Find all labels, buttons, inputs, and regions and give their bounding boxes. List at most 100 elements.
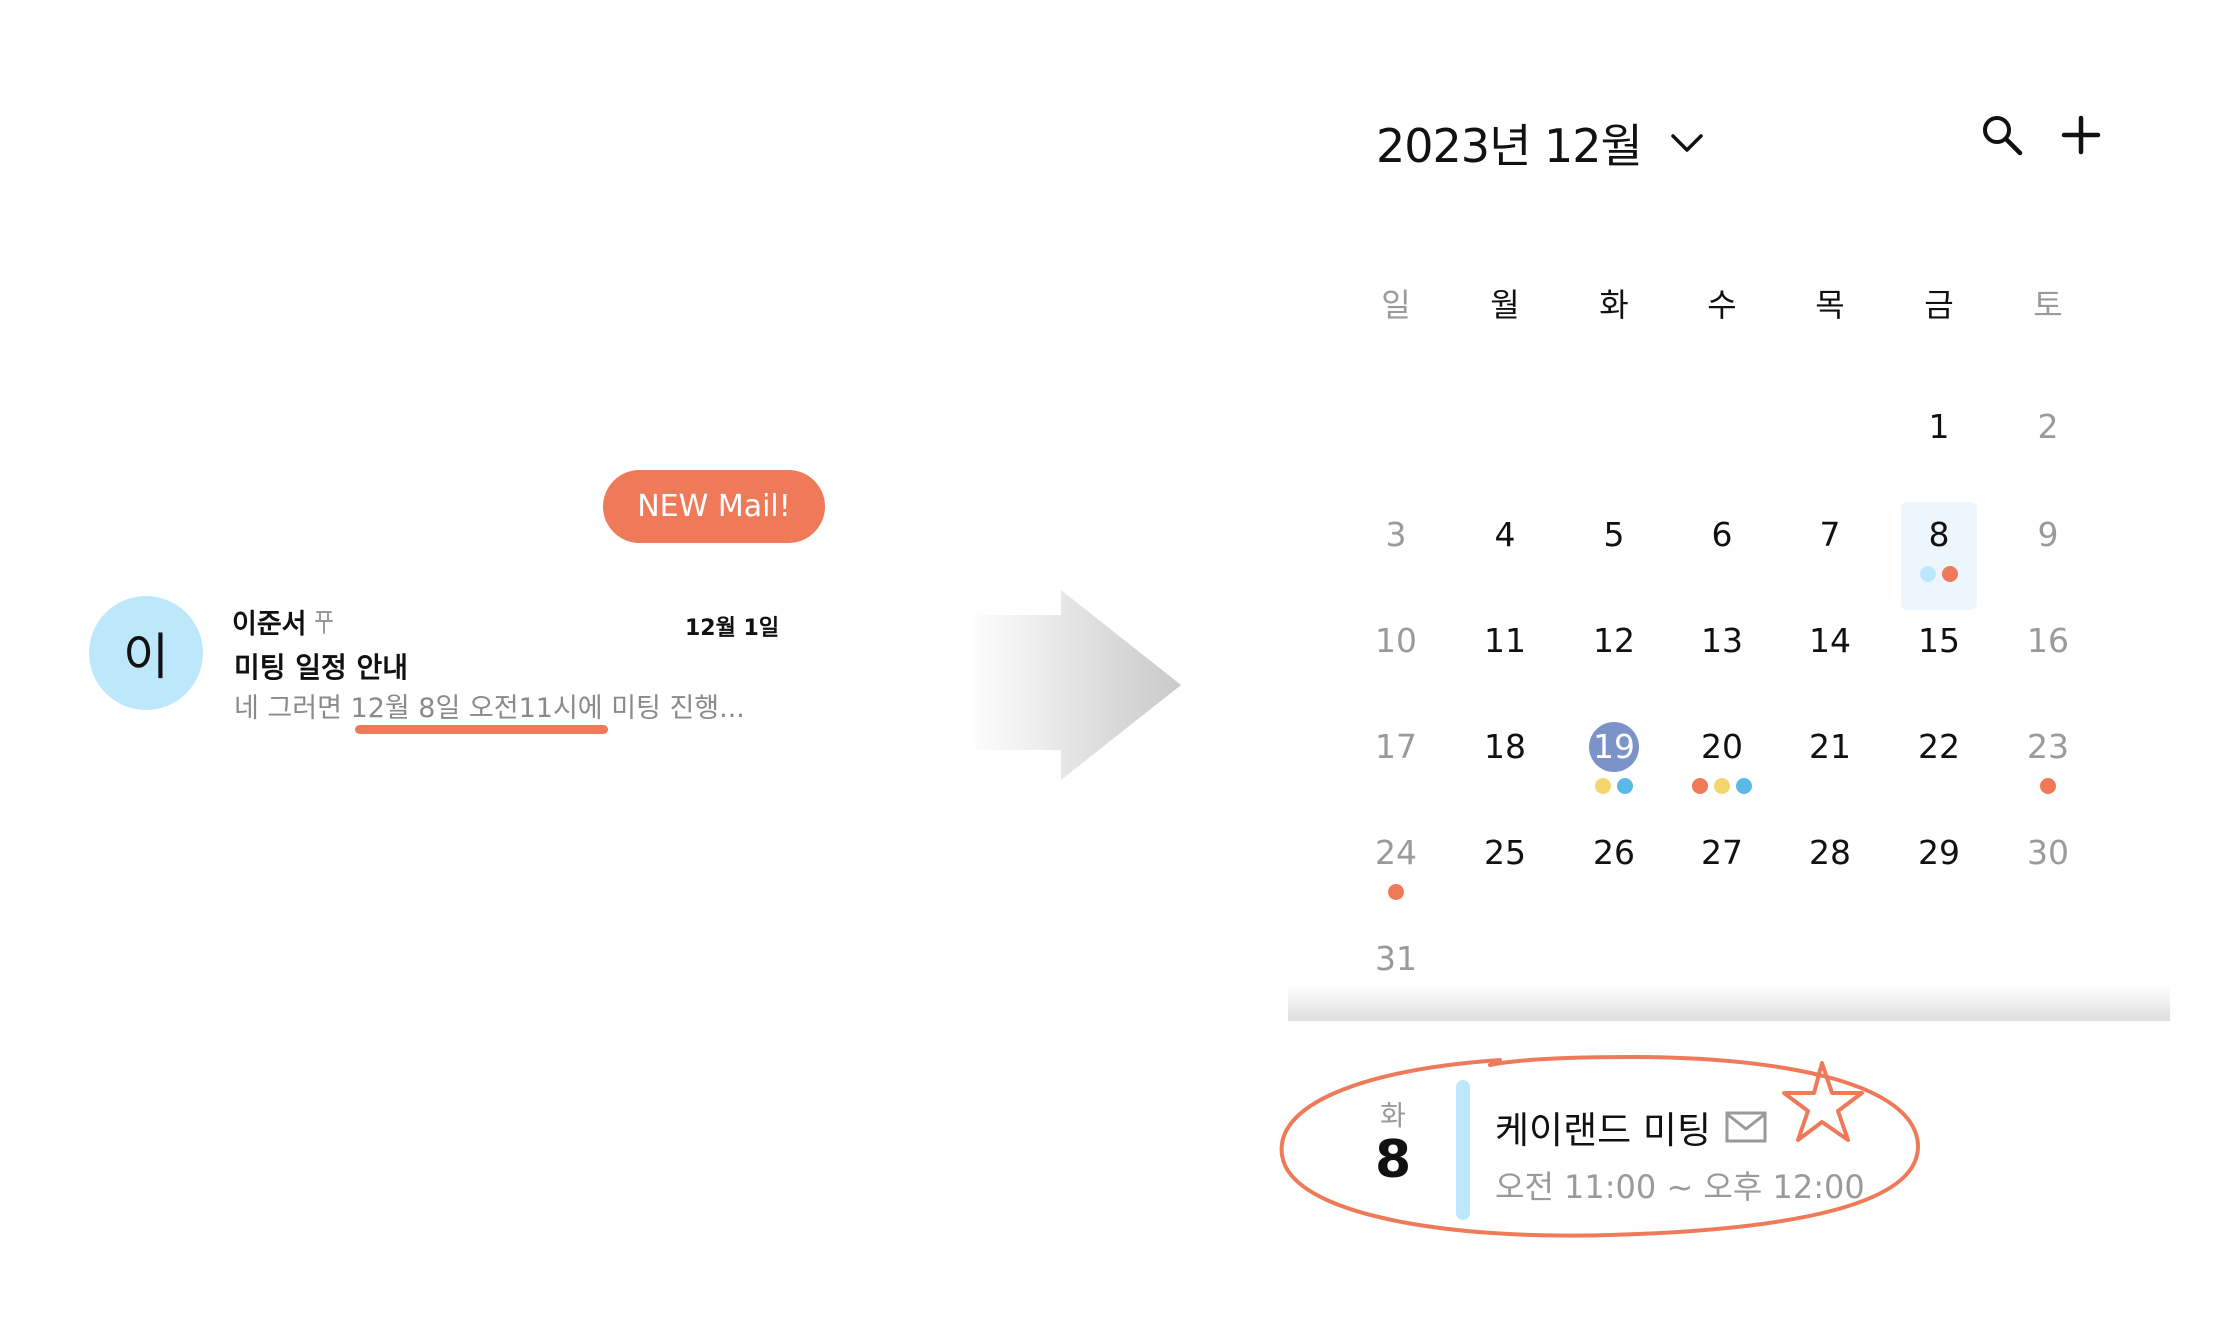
calendar-day-15[interactable]: 15 bbox=[1884, 608, 1994, 714]
calendar-header: 2023년 12월 bbox=[1376, 110, 1704, 176]
arrow-right-icon bbox=[966, 590, 1181, 780]
calendar-day-14[interactable]: 14 bbox=[1775, 608, 1885, 714]
event-weekday: 화 bbox=[1380, 1099, 1406, 1132]
day-number: 31 bbox=[1375, 939, 1417, 978]
calendar-day-17[interactable]: 17 bbox=[1341, 714, 1451, 820]
event-title-row: 케이랜드 미팅 bbox=[1495, 1100, 1767, 1154]
calendar-day-3[interactable]: 3 bbox=[1341, 502, 1451, 608]
calendar-day-7[interactable]: 7 bbox=[1775, 502, 1885, 608]
event-dot bbox=[2040, 778, 2056, 794]
calendar-day-2[interactable]: 2 bbox=[1993, 394, 2103, 500]
day-number: 18 bbox=[1484, 727, 1526, 766]
event-color-bar bbox=[1456, 1080, 1470, 1220]
day-number: 19 bbox=[1589, 722, 1639, 772]
event-dot bbox=[1388, 884, 1404, 900]
weekday-label: 월 bbox=[1490, 286, 1520, 324]
weekday-label: 토 bbox=[2033, 286, 2063, 324]
event-dots bbox=[1901, 566, 1977, 582]
calendar-day-5[interactable]: 5 bbox=[1559, 502, 1669, 608]
day-number: 13 bbox=[1701, 621, 1743, 660]
event-dot bbox=[1920, 566, 1936, 582]
day-number: 9 bbox=[2037, 515, 2059, 554]
event-dot bbox=[1942, 566, 1958, 582]
day-number: 29 bbox=[1918, 833, 1960, 872]
calendar-day-29[interactable]: 29 bbox=[1884, 820, 1994, 926]
calendar-day-30[interactable]: 30 bbox=[1993, 820, 2103, 926]
mail-icon bbox=[1725, 1111, 1767, 1143]
mail-preview: 네 그러면 12월 8일 오전11시에 미팅 진행... bbox=[234, 693, 745, 724]
avatar: 이 bbox=[89, 596, 203, 710]
weekday-label: 일 bbox=[1381, 286, 1411, 324]
chevron-down-icon[interactable] bbox=[1670, 132, 1704, 154]
calendar-day-23[interactable]: 23 bbox=[1993, 714, 2103, 820]
event-dot bbox=[1617, 778, 1633, 794]
event-dots bbox=[1559, 778, 1669, 794]
calendar-day-27[interactable]: 27 bbox=[1667, 820, 1777, 926]
weekday-label: 목 bbox=[1815, 286, 1845, 324]
day-number: 22 bbox=[1918, 727, 1960, 766]
calendar-day-25[interactable]: 25 bbox=[1450, 820, 1560, 926]
day-number: 7 bbox=[1819, 515, 1841, 554]
add-icon[interactable] bbox=[2060, 114, 2102, 156]
weekday-label: 화 bbox=[1599, 286, 1629, 324]
event-title: 케이랜드 미팅 bbox=[1495, 1109, 1712, 1152]
calendar-day-11[interactable]: 11 bbox=[1450, 608, 1560, 714]
day-number: 30 bbox=[2027, 833, 2069, 872]
calendar-day-26[interactable]: 26 bbox=[1559, 820, 1669, 926]
day-number: 6 bbox=[1711, 515, 1733, 554]
day-number: 15 bbox=[1918, 621, 1960, 660]
event-dots bbox=[1667, 778, 1777, 794]
calendar-day-9[interactable]: 9 bbox=[1993, 502, 2103, 608]
day-number: 16 bbox=[2027, 621, 2069, 660]
weekday-label: 금 bbox=[1924, 286, 1954, 324]
event-time: 오전 11:00 ~ 오후 12:00 bbox=[1495, 1168, 1865, 1206]
event-dot bbox=[1736, 778, 1752, 794]
calendar-day-16[interactable]: 16 bbox=[1993, 608, 2103, 714]
weekday-label: 수 bbox=[1707, 286, 1737, 324]
mail-list-item[interactable]: 이 이준서 12월 1일 미팅 일정 안내 네 그러면 12월 8일 오전11시… bbox=[89, 596, 789, 736]
day-number: 26 bbox=[1593, 833, 1635, 872]
event-day: 8 bbox=[1375, 1130, 1412, 1190]
calendar-day-13[interactable]: 13 bbox=[1667, 608, 1777, 714]
sender-row: 이준서 bbox=[232, 602, 335, 641]
mail-date: 12월 1일 bbox=[685, 616, 780, 641]
divider-shadow bbox=[1288, 985, 2170, 1021]
search-icon[interactable] bbox=[1980, 113, 2024, 157]
day-number: 27 bbox=[1701, 833, 1743, 872]
calendar-day-8[interactable]: 8 bbox=[1901, 502, 1977, 610]
day-number: 28 bbox=[1809, 833, 1851, 872]
calendar-day-20[interactable]: 20 bbox=[1667, 714, 1777, 820]
calendar-day-4[interactable]: 4 bbox=[1450, 502, 1560, 608]
calendar-day-22[interactable]: 22 bbox=[1884, 714, 1994, 820]
event-dots bbox=[1341, 884, 1451, 900]
calendar-day-12[interactable]: 12 bbox=[1559, 608, 1669, 714]
day-number: 5 bbox=[1603, 515, 1625, 554]
calendar-day-21[interactable]: 21 bbox=[1775, 714, 1885, 820]
calendar-day-19[interactable]: 19 bbox=[1559, 714, 1669, 820]
day-number: 10 bbox=[1375, 621, 1417, 660]
calendar-day-24[interactable]: 24 bbox=[1341, 820, 1451, 926]
event-dot bbox=[1714, 778, 1730, 794]
day-number: 2 bbox=[2037, 407, 2059, 446]
day-number: 3 bbox=[1385, 515, 1407, 554]
calendar-day-18[interactable]: 18 bbox=[1450, 714, 1560, 820]
mail-subject: 미팅 일정 안내 bbox=[234, 651, 409, 684]
day-number: 17 bbox=[1375, 727, 1417, 766]
month-title[interactable]: 2023년 12월 bbox=[1376, 110, 1643, 176]
calendar-day-1[interactable]: 1 bbox=[1884, 394, 1994, 500]
day-number: 21 bbox=[1809, 727, 1851, 766]
calendar-day-10[interactable]: 10 bbox=[1341, 608, 1451, 714]
day-number: 24 bbox=[1375, 833, 1417, 872]
date-highlight-underline bbox=[355, 725, 608, 734]
event-dots bbox=[1993, 778, 2103, 794]
event-item[interactable]: 화 8 케이랜드 미팅 오전 11:00 ~ 오후 12:00 bbox=[1340, 1080, 1940, 1220]
day-number: 20 bbox=[1701, 727, 1743, 766]
day-number: 11 bbox=[1484, 621, 1526, 660]
calendar-day-28[interactable]: 28 bbox=[1775, 820, 1885, 926]
day-number: 1 bbox=[1928, 407, 1950, 446]
day-number: 8 bbox=[1928, 515, 1950, 554]
day-number: 25 bbox=[1484, 833, 1526, 872]
day-number: 14 bbox=[1809, 621, 1851, 660]
day-number: 12 bbox=[1593, 621, 1635, 660]
calendar-day-6[interactable]: 6 bbox=[1667, 502, 1777, 608]
